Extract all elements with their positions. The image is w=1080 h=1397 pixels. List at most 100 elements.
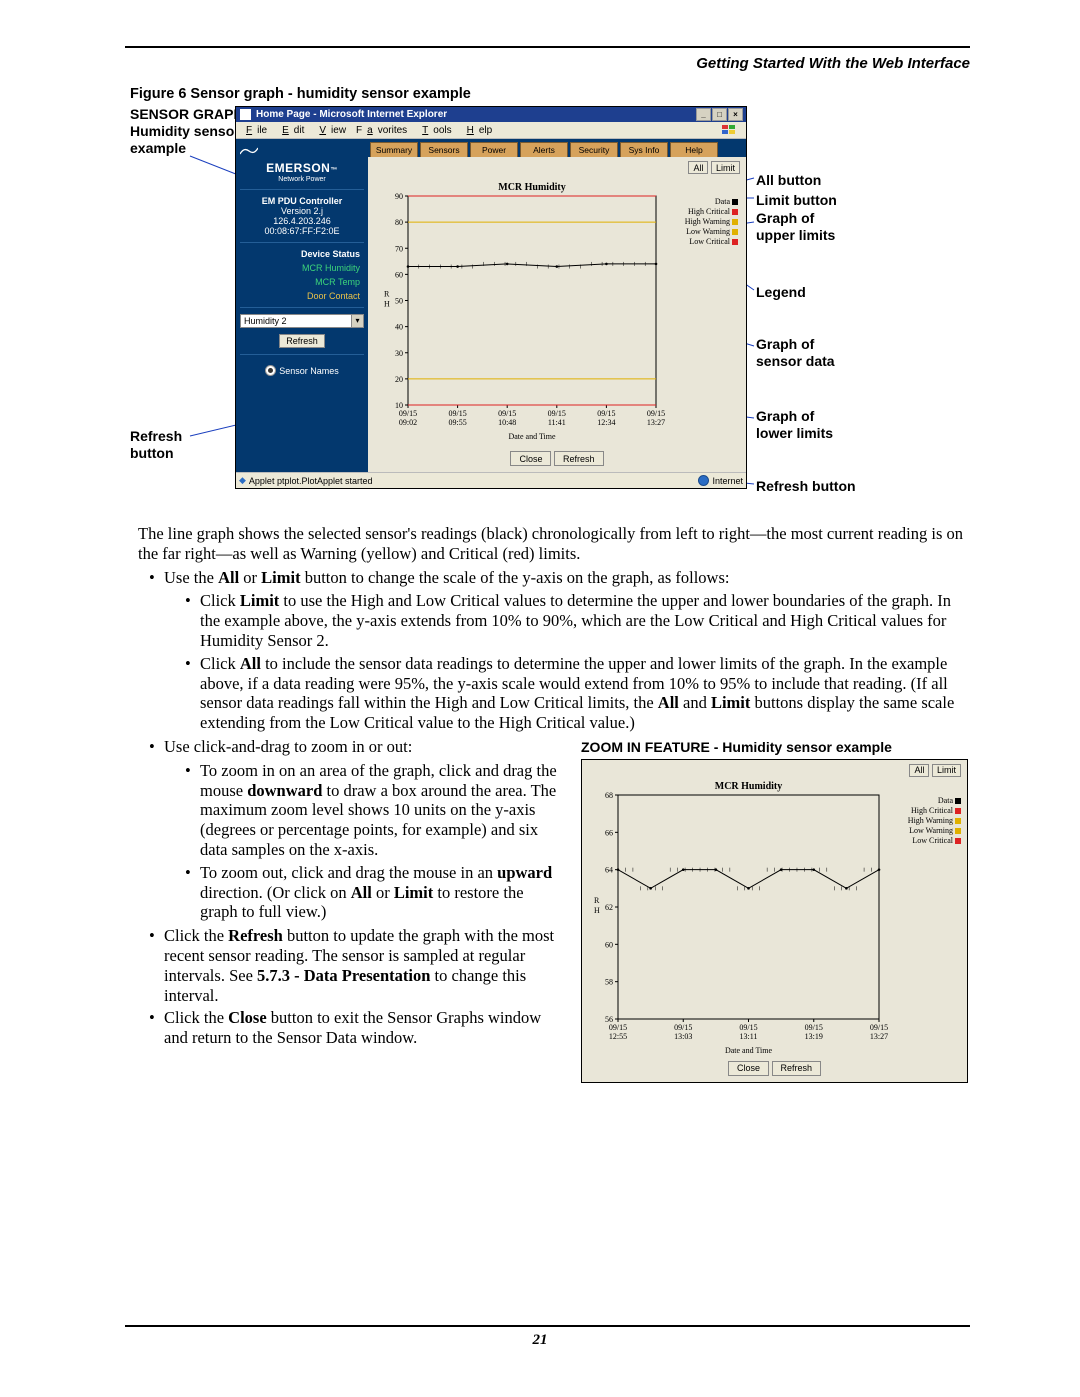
chart-close-button[interactable]: Close bbox=[510, 451, 551, 466]
svg-text:09/15: 09/15 bbox=[399, 409, 417, 418]
figure-area: SENSOR GRAPH Humidity sensor example Ref… bbox=[130, 106, 950, 516]
tab-help[interactable]: Help bbox=[670, 142, 718, 157]
minimize-button[interactable]: _ bbox=[696, 108, 711, 121]
device-status-label: Device Status bbox=[240, 249, 364, 259]
controller-version: Version 2.j bbox=[240, 206, 364, 216]
svg-text:H: H bbox=[384, 300, 390, 309]
maximize-button[interactable]: □ bbox=[712, 108, 727, 121]
svg-text:70: 70 bbox=[395, 244, 403, 253]
sidebar-item-humidity[interactable]: MCR Humidity bbox=[240, 263, 364, 273]
zoom-close-button[interactable]: Close bbox=[728, 1061, 769, 1076]
svg-text:10:48: 10:48 bbox=[498, 418, 516, 427]
chevron-down-icon: ▾ bbox=[351, 315, 363, 327]
tab-security[interactable]: Security bbox=[570, 142, 618, 157]
menu-favorites[interactable]: Favorites bbox=[351, 125, 412, 136]
status-text: Applet ptplot.PlotApplet started bbox=[249, 476, 373, 486]
svg-text:09/15: 09/15 bbox=[647, 409, 665, 418]
svg-text:09/15: 09/15 bbox=[597, 409, 615, 418]
emerson-wave-icon bbox=[240, 145, 258, 157]
tab-summary[interactable]: Summary bbox=[370, 142, 418, 157]
svg-text:90: 90 bbox=[395, 192, 403, 201]
svg-text:20: 20 bbox=[395, 375, 403, 384]
chart-pane: Summary Sensors Power Alerts Security Sy… bbox=[368, 139, 746, 472]
chart-refresh-button[interactable]: Refresh bbox=[554, 451, 604, 466]
windows-logo bbox=[712, 122, 746, 138]
svg-text:12:34: 12:34 bbox=[597, 418, 615, 427]
nav-tabs: Summary Sensors Power Alerts Security Sy… bbox=[368, 139, 746, 157]
menu-help[interactable]: Help bbox=[457, 125, 498, 136]
svg-text:R: R bbox=[384, 290, 390, 299]
li-zoom: Use click-and-drag to zoom in or out: To… bbox=[164, 737, 968, 922]
brand-name: EMERSON™ bbox=[240, 161, 364, 175]
label-refresh-left: Refresh button bbox=[130, 428, 182, 462]
li-all: Click All to include the sensor data rea… bbox=[200, 654, 968, 733]
controller-mac: 00:08:67:FF:F2:0E bbox=[240, 226, 364, 236]
label-all: All button bbox=[756, 172, 821, 189]
label-limit: Limit button bbox=[756, 192, 837, 209]
sidebar-item-door[interactable]: Door Contact bbox=[240, 291, 364, 301]
sidebar-item-temp[interactable]: MCR Temp bbox=[240, 277, 364, 287]
zoom-refresh-button[interactable]: Refresh bbox=[772, 1061, 822, 1076]
menu-tools[interactable]: Tools bbox=[412, 125, 456, 136]
menu-edit[interactable]: Edit bbox=[272, 125, 309, 136]
radio-icon bbox=[265, 365, 276, 376]
window-titlebar[interactable]: Home Page - Microsoft Internet Explorer … bbox=[236, 107, 746, 122]
tab-alerts[interactable]: Alerts bbox=[520, 142, 568, 157]
svg-text:09/15: 09/15 bbox=[448, 409, 466, 418]
status-bar: ◆ Applet ptplot.PlotApplet started Inter… bbox=[236, 472, 746, 488]
svg-text:09:02: 09:02 bbox=[399, 418, 417, 427]
svg-text:80: 80 bbox=[395, 218, 403, 227]
controller-name: EM PDU Controller bbox=[240, 196, 364, 206]
controller-ip: 126.4.203.246 bbox=[240, 216, 364, 226]
sidebar-refresh-button[interactable]: Refresh bbox=[279, 334, 325, 348]
page-number: 21 bbox=[0, 1332, 1080, 1349]
li-zoom-out: To zoom out, click and drag the mouse in… bbox=[200, 863, 968, 922]
footer-rule bbox=[125, 1325, 970, 1327]
tab-power[interactable]: Power bbox=[470, 142, 518, 157]
svg-text:High Warning: High Warning bbox=[685, 217, 730, 226]
sidebar: EMERSON™ Network Power EM PDU Controller… bbox=[236, 139, 368, 472]
li-refresh: Click the Refresh button to update the g… bbox=[164, 926, 968, 1005]
svg-text:09/15: 09/15 bbox=[548, 409, 566, 418]
ie-icon bbox=[239, 108, 252, 121]
li-limit: Click Limit to use the High and Low Crit… bbox=[200, 591, 968, 650]
app-body: EMERSON™ Network Power EM PDU Controller… bbox=[236, 139, 746, 472]
svg-text:High Critical: High Critical bbox=[688, 207, 731, 216]
chart[interactable]: MCR Humidity102030405060708090RH09/1509:… bbox=[372, 178, 742, 443]
svg-text:30: 30 bbox=[395, 349, 403, 358]
li-close: Click the Close button to exit the Senso… bbox=[164, 1008, 968, 1048]
all-button[interactable]: All bbox=[688, 161, 708, 174]
menu-file[interactable]: File bbox=[236, 125, 272, 136]
svg-text:09/15: 09/15 bbox=[498, 409, 516, 418]
li-scale: Use the All or Limit button to change th… bbox=[164, 568, 968, 733]
svg-text:Data: Data bbox=[715, 197, 731, 206]
svg-text:Low Critical: Low Critical bbox=[689, 237, 730, 246]
svg-text:50: 50 bbox=[395, 297, 403, 306]
svg-text:Date and Time: Date and Time bbox=[508, 432, 556, 441]
limit-button[interactable]: Limit bbox=[711, 161, 740, 174]
window-title: Home Page - Microsoft Internet Explorer bbox=[256, 109, 447, 120]
svg-text:60: 60 bbox=[395, 270, 403, 279]
figure-caption: Figure 6 Sensor graph - humidity sensor … bbox=[130, 86, 471, 102]
svg-text:11:41: 11:41 bbox=[548, 418, 566, 427]
label-lower: Graph of lower limits bbox=[756, 408, 833, 442]
tab-sensors[interactable]: Sensors bbox=[420, 142, 468, 157]
svg-text:MCR Humidity: MCR Humidity bbox=[498, 182, 566, 193]
zone-text: Internet bbox=[712, 476, 743, 486]
tab-sysinfo[interactable]: Sys Info bbox=[620, 142, 668, 157]
globe-icon bbox=[698, 475, 709, 486]
humidity-select[interactable]: Humidity 2 ▾ bbox=[240, 314, 364, 328]
label-refresh-right: Refresh button bbox=[756, 478, 856, 495]
body-text: The line graph shows the selected sensor… bbox=[138, 524, 968, 1083]
sensor-names-radio[interactable]: Sensor Names bbox=[240, 365, 364, 376]
browser-window: Home Page - Microsoft Internet Explorer … bbox=[235, 106, 747, 489]
label-sensor-graph: SENSOR GRAPH Humidity sensor example bbox=[130, 106, 244, 156]
label-upper: Graph of upper limits bbox=[756, 210, 835, 244]
svg-text:Low Warning: Low Warning bbox=[686, 227, 730, 236]
label-sensor-data: Graph of sensor data bbox=[756, 336, 835, 370]
svg-text:13:27: 13:27 bbox=[647, 418, 665, 427]
radio-label: Sensor Names bbox=[279, 366, 339, 376]
close-window-button[interactable]: × bbox=[728, 108, 743, 121]
menu-view[interactable]: View bbox=[309, 125, 351, 136]
li-zoom-in: To zoom in on an area of the graph, clic… bbox=[200, 761, 968, 860]
